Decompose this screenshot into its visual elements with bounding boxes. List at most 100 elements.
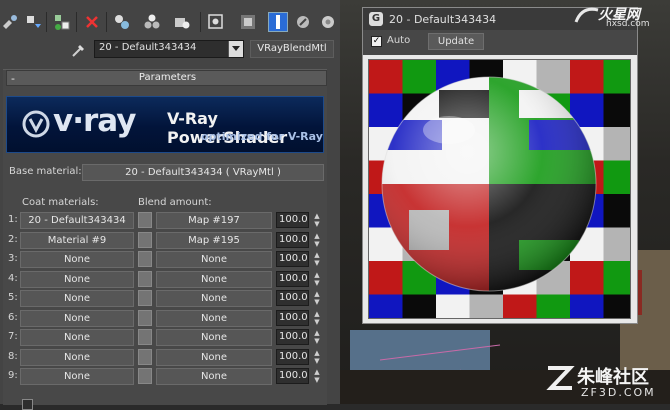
blend-amount-input[interactable]: 100.0	[276, 231, 309, 248]
base-material-button[interactable]: 20 - Default343434 ( VRayMtl )	[82, 164, 324, 181]
blend-amount-spinner[interactable]: ▲ ▼	[312, 251, 322, 267]
coat-row: 4: None None 100.0 ▲ ▼	[0, 270, 340, 289]
material-id-channel-icon[interactable]	[206, 12, 226, 32]
checker-sphere-render	[369, 60, 630, 318]
put-to-scene-icon[interactable]	[24, 12, 44, 32]
checker-tile	[603, 261, 630, 295]
coat-enable-toggle[interactable]	[138, 290, 152, 306]
coat-material-button[interactable]: None	[20, 270, 134, 288]
coat-material-button[interactable]: None	[20, 329, 134, 346]
toolbar-separator	[106, 12, 107, 32]
vray-logo-icon	[21, 109, 51, 139]
blend-map-button[interactable]: None	[156, 348, 272, 366]
show-end-result-icon[interactable]	[268, 12, 288, 32]
auto-checkbox[interactable]: ✓	[371, 36, 382, 47]
blend-amount-input[interactable]: 100.0	[276, 368, 309, 384]
coat-enable-toggle[interactable]	[138, 212, 152, 228]
material-editor-panel: 20 - Default343434 VRayBlendMtl - Parame…	[0, 0, 340, 410]
blend-amount-spinner[interactable]: ▲ ▼	[312, 349, 322, 365]
blend-amount-input[interactable]: 100.0	[276, 290, 309, 306]
material-name-input[interactable]: 20 - Default343434	[94, 40, 244, 58]
checker-tile	[570, 261, 604, 295]
blend-amount-spinner[interactable]: ▲ ▼	[312, 271, 322, 287]
toolbar-separator	[200, 12, 201, 32]
blend-amount-input[interactable]: 100.0	[276, 270, 309, 287]
coat-materials-header: Coat materials:	[22, 197, 99, 208]
coat-enable-toggle[interactable]	[138, 270, 152, 287]
checker-tile	[469, 294, 504, 318]
coat-enable-toggle[interactable]	[138, 251, 152, 267]
checker-tile	[402, 60, 437, 94]
coat-enable-toggle[interactable]	[138, 231, 152, 248]
checker-tile	[603, 194, 630, 228]
blend-amount-spinner[interactable]: ▲ ▼	[312, 212, 322, 228]
watermark-z-icon	[546, 366, 575, 390]
blend-amount-input[interactable]: 100.0	[276, 329, 309, 345]
make-unique-icon[interactable]	[142, 12, 162, 32]
blend-amount-input[interactable]: 100.0	[276, 309, 309, 326]
blend-amount-spinner[interactable]: ▲ ▼	[312, 329, 322, 345]
checker-tile	[369, 60, 403, 94]
coat-enable-toggle[interactable]	[138, 348, 152, 365]
checker-tile	[369, 294, 403, 318]
watermark-logo-top: 火星网 hxsd.com	[572, 2, 670, 30]
eyedropper-icon[interactable]	[70, 41, 88, 59]
put-to-library-icon[interactable]	[172, 12, 192, 32]
coat-rows: 1: 20 - Default343434 Map #197 100.0 ▲ ▼ 2: Mat…	[0, 212, 340, 392]
checker-tile	[503, 294, 537, 318]
go-to-parent-icon[interactable]	[293, 12, 313, 32]
blend-map-button[interactable]: Map #197	[156, 212, 272, 229]
coat-material-button[interactable]: None	[20, 251, 134, 268]
copy-material-icon[interactable]	[112, 12, 132, 32]
blend-amount-spinner[interactable]: ▲ ▼	[312, 232, 322, 248]
reset-x-icon[interactable]	[82, 12, 102, 32]
blend-amount-spinner[interactable]: ▲ ▼	[312, 310, 322, 326]
checker-tile	[369, 261, 403, 295]
parameters-rollout-header[interactable]: - Parameters	[6, 70, 327, 86]
coat-material-button[interactable]: None	[20, 309, 134, 327]
coat-enable-toggle[interactable]	[138, 368, 152, 384]
coat-material-button[interactable]: None	[20, 368, 134, 385]
blend-map-button[interactable]: None	[156, 309, 272, 327]
row-number: 4:	[8, 272, 18, 284]
row-number: 3:	[8, 253, 18, 264]
coat-material-button[interactable]: None	[20, 348, 134, 366]
checker-tile	[402, 294, 437, 318]
blend-map-button[interactable]: None	[156, 290, 272, 307]
blend-map-button[interactable]: None	[156, 251, 272, 268]
coat-row: 6: None None 100.0 ▲ ▼	[0, 309, 340, 328]
update-button[interactable]: Update	[428, 33, 484, 50]
blend-map-button[interactable]: None	[156, 270, 272, 288]
coat-row: 8: None None 100.0 ▲ ▼	[0, 348, 340, 367]
blend-amount-input[interactable]: 100.0	[276, 348, 309, 365]
assign-to-selection-icon[interactable]	[52, 12, 72, 32]
coat-material-button[interactable]: Material #9	[20, 231, 134, 249]
toolbar-separator	[46, 12, 47, 32]
vray-banner: v·ray V-Ray PowerShader optimized for V-…	[6, 96, 324, 153]
go-forward-sibling-icon[interactable]	[318, 12, 338, 32]
row-number: 1:	[8, 214, 18, 225]
blend-amount-spinner[interactable]: ▲ ▼	[312, 290, 322, 306]
material-type-label: VRayBlendMtl	[257, 43, 327, 54]
blend-amount-input[interactable]: 100.0	[276, 251, 309, 267]
coat-material-button[interactable]: 20 - Default343434	[20, 212, 134, 229]
pick-material-icon[interactable]	[0, 12, 20, 32]
blend-map-button[interactable]: Map #195	[156, 231, 272, 249]
coat-material-button[interactable]: None	[20, 290, 134, 307]
material-type-button[interactable]: VRayBlendMtl	[250, 40, 334, 58]
coat-enable-toggle[interactable]	[138, 309, 152, 326]
blend-amount-spinner[interactable]: ▲ ▼	[312, 368, 322, 384]
checker-tile	[603, 160, 630, 195]
auto-label: Auto	[387, 35, 411, 46]
show-shaded-map-icon[interactable]	[238, 12, 258, 32]
material-name-dropdown[interactable]	[228, 41, 243, 57]
blend-map-button[interactable]: None	[156, 329, 272, 346]
blend-amount-input[interactable]: 100.0	[276, 212, 309, 228]
watermark-top-url: hxsd.com	[606, 19, 650, 29]
watermark-logo-bottom: 朱峰社区 ZF3D.COM	[545, 361, 670, 404]
blend-map-button[interactable]: None	[156, 368, 272, 385]
coat-enable-toggle[interactable]	[138, 329, 152, 345]
checker-tile	[603, 294, 630, 318]
additive-checkbox[interactable]	[22, 399, 33, 410]
coat-row: 1: 20 - Default343434 Map #197 100.0 ▲ ▼	[0, 212, 340, 230]
